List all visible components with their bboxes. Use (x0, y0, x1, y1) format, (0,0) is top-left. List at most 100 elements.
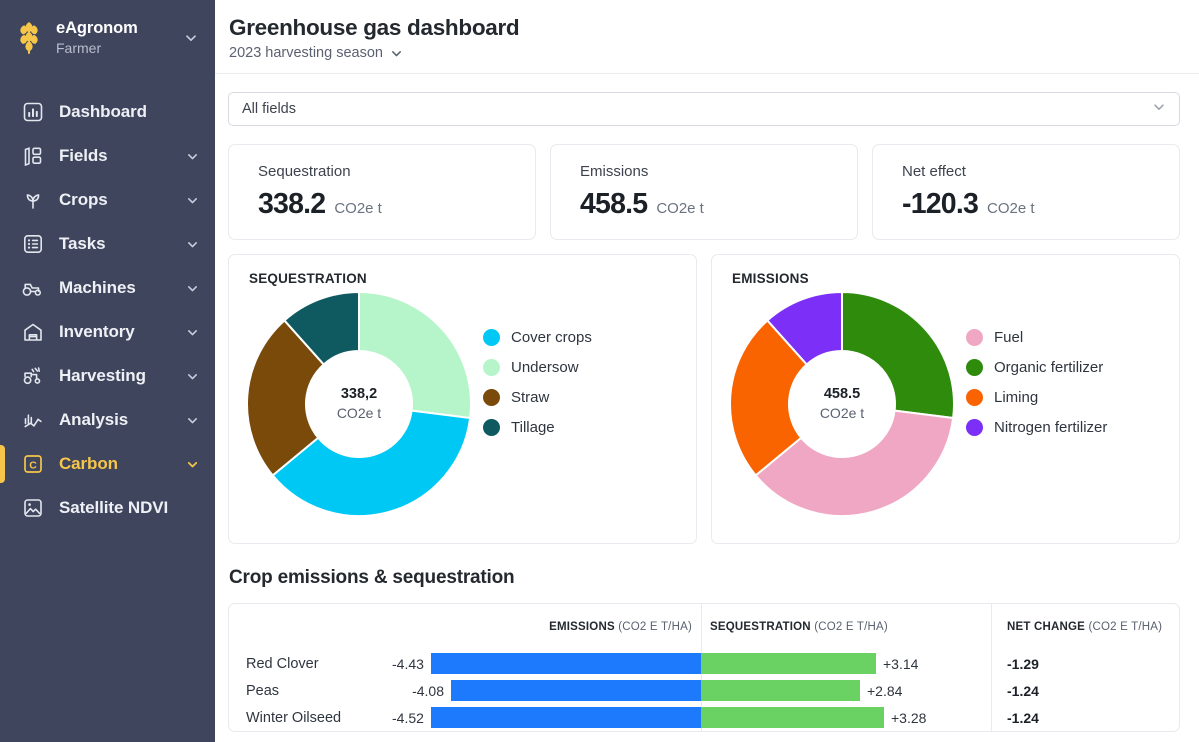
legend-color-dot (483, 358, 500, 376)
emissions-donut-card: EMISSIONS 458.5 CO2e t Fuel Organic fert… (711, 254, 1180, 544)
sequestration-bar (701, 653, 876, 674)
app-root: eAgronom Farmer Dashboard Fields Crops T… (0, 0, 1199, 742)
legend-color-dot (966, 328, 983, 346)
legend-item[interactable]: Liming (966, 382, 1107, 412)
sequestration-bar (701, 707, 884, 728)
crop-emissions-table-card: EMISSIONS (CO2 E T/HA) SEQUESTRATION (CO… (228, 603, 1180, 732)
satellite-image-icon (20, 497, 45, 519)
table-divider-net (991, 604, 992, 731)
sequestration-donut-card: SEQUESTRATION 338,2 CO2e t Cover crops U… (228, 254, 697, 544)
legend-label: Cover crops (511, 328, 592, 346)
emissions-value: -4.52 (392, 709, 424, 726)
season-selector[interactable]: 2023 harvesting season (229, 45, 1175, 61)
table-header-emissions: EMISSIONS (CO2 E T/HA) (392, 604, 701, 650)
stat-value: -120.3 (902, 188, 979, 220)
emissions-donut-chart: 458.5 CO2e t (726, 288, 958, 520)
sidebar-item-fields[interactable]: Fields (0, 134, 215, 178)
sidebar-item-satellite-ndvi[interactable]: Satellite NDVI (0, 486, 215, 530)
sequestration-value: +3.14 (883, 655, 919, 672)
table-row[interactable]: Peas -4.08 +2.84 -1.24 (229, 677, 1179, 704)
wheat-logo-icon (14, 18, 44, 58)
sidebar-item-crops[interactable]: Crops (0, 178, 215, 222)
cell-sequestration: +3.14 (701, 650, 991, 677)
sidebar-item-label: Dashboard (59, 102, 147, 121)
legend-item[interactable]: Tillage (483, 412, 592, 442)
brand-account-switcher[interactable]: eAgronom Farmer (0, 0, 215, 72)
season-label: 2023 harvesting season (229, 45, 383, 61)
crop-emissions-table: EMISSIONS (CO2 E T/HA) SEQUESTRATION (CO… (229, 604, 1179, 731)
list-icon (20, 233, 45, 255)
chevron-down-icon[interactable] (181, 31, 201, 45)
sprout-icon (20, 189, 45, 211)
table-row[interactable]: Winter Oilseed -4.52 +3.28 -1.24 (229, 704, 1179, 731)
chevron-down-icon[interactable] (390, 47, 403, 60)
stat-unit: CO2e t (987, 200, 1035, 217)
stat-label: Net effect (902, 163, 966, 180)
legend-label: Organic fertilizer (994, 358, 1104, 376)
legend-color-dot (483, 388, 500, 406)
stat-value: 458.5 (580, 188, 648, 220)
legend-item[interactable]: Fuel (966, 322, 1107, 352)
legend-label: Fuel (994, 328, 1024, 346)
sidebar-item-label: Machines (59, 278, 136, 297)
legend-item[interactable]: Organic fertilizer (966, 352, 1107, 382)
cell-emissions: -4.08 (392, 677, 701, 704)
brand-role: Farmer (56, 40, 102, 56)
main-content: Greenhouse gas dashboard 2023 harvesting… (215, 0, 1199, 742)
sidebar-item-label: Inventory (59, 322, 135, 341)
sequestration-legend: Cover crops Undersow Straw Tillage (483, 322, 592, 442)
sidebar-item-inventory[interactable]: Inventory (0, 310, 215, 354)
sidebar-item-dashboard[interactable]: Dashboard (0, 90, 215, 134)
legend-item[interactable]: Undersow (483, 352, 592, 382)
sequestration-value: +3.28 (891, 709, 927, 726)
table-body: Red Clover -4.43 +3.14 -1.29 Peas -4.08 … (229, 650, 1179, 731)
field-filter-select[interactable]: All fields (228, 92, 1180, 126)
stat-label: Emissions (580, 163, 649, 180)
legend-item[interactable]: Cover crops (483, 322, 592, 352)
sidebar-item-tasks[interactable]: Tasks (0, 222, 215, 266)
legend-color-dot (483, 328, 500, 346)
legend-label: Tillage (511, 418, 555, 436)
sequestration-donut-chart: 338,2 CO2e t (243, 288, 475, 520)
legend-item[interactable]: Nitrogen fertilizer (966, 412, 1107, 442)
warehouse-icon (20, 321, 45, 343)
cell-sequestration: +2.84 (701, 677, 991, 704)
chevron-down-icon[interactable] (183, 458, 201, 471)
cell-net-change: -1.29 (1007, 655, 1039, 672)
legend-item[interactable]: Straw (483, 382, 592, 412)
table-row[interactable]: Red Clover -4.43 +3.14 -1.29 (229, 650, 1179, 677)
dashboard-body: All fields Sequestration 338.2 CO2e t Em… (215, 92, 1199, 732)
legend-color-dot (966, 358, 983, 376)
header-text: NET CHANGE (1007, 621, 1086, 633)
emissions-legend: Fuel Organic fertilizer Liming Nitrogen … (966, 322, 1107, 442)
sidebar-item-label: Satellite NDVI (59, 498, 169, 517)
sidebar-item-carbon[interactable]: C Carbon (0, 442, 215, 486)
sidebar-item-machines[interactable]: Machines (0, 266, 215, 310)
chevron-down-icon[interactable] (183, 370, 201, 383)
section-title-crop-table: Crop emissions & sequestration (229, 567, 515, 588)
chevron-down-icon[interactable] (183, 194, 201, 207)
cell-emissions: -4.52 (392, 704, 701, 731)
brand-name: eAgronom (56, 19, 138, 37)
emissions-value: -4.08 (412, 682, 444, 699)
donut-slice-undersow[interactable] (358, 290, 472, 420)
chevron-down-icon[interactable] (183, 238, 201, 251)
chevron-down-icon[interactable] (1152, 100, 1166, 118)
chevron-down-icon[interactable] (183, 414, 201, 427)
donut-slice-organic-fertilizer[interactable] (841, 290, 955, 420)
chevron-down-icon[interactable] (183, 326, 201, 339)
chevron-down-icon[interactable] (183, 282, 201, 295)
chevron-down-icon[interactable] (183, 150, 201, 163)
svg-text:C: C (29, 459, 37, 471)
sidebar-item-harvesting[interactable]: Harvesting (0, 354, 215, 398)
sidebar-item-analysis[interactable]: Analysis (0, 398, 215, 442)
page-header: Greenhouse gas dashboard 2023 harvesting… (215, 0, 1199, 74)
harvester-icon (20, 365, 45, 387)
stat-label: Sequestration (258, 163, 351, 180)
stat-card-emissions: Emissions 458.5 CO2e t (550, 144, 858, 240)
cell-net-change: -1.24 (1007, 709, 1039, 726)
table-header-sequestration: SEQUESTRATION (CO2 E T/HA) (701, 604, 991, 650)
legend-label: Nitrogen fertilizer (994, 418, 1108, 436)
cell-net-change: -1.24 (1007, 682, 1039, 699)
summary-stat-row: Sequestration 338.2 CO2e t Emissions 458… (228, 144, 1180, 240)
